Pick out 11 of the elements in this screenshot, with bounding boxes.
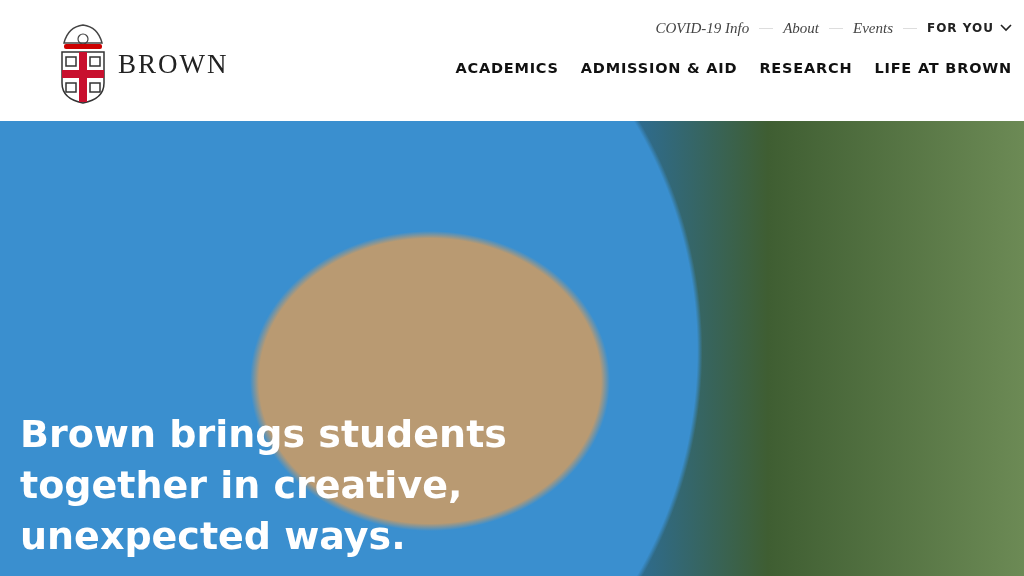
for-you-dropdown[interactable]: FOR YOU bbox=[926, 21, 1012, 35]
chevron-down-icon bbox=[1000, 24, 1012, 32]
utility-link[interactable]: About bbox=[783, 19, 819, 37]
main-nav-link[interactable]: ADMISSION & AID bbox=[580, 60, 738, 76]
main-nav-link[interactable]: ACADEMICS bbox=[455, 60, 559, 76]
utility-link[interactable]: COVID-19 Info bbox=[655, 19, 750, 37]
utility-link[interactable]: Events bbox=[853, 19, 893, 37]
main-nav-link[interactable]: LIFE AT BROWN bbox=[874, 60, 1012, 76]
wordmark: BROWN bbox=[118, 49, 229, 80]
university-logo[interactable]: BROWN bbox=[58, 0, 229, 121]
main-nav-link[interactable]: RESEARCH bbox=[759, 60, 853, 76]
